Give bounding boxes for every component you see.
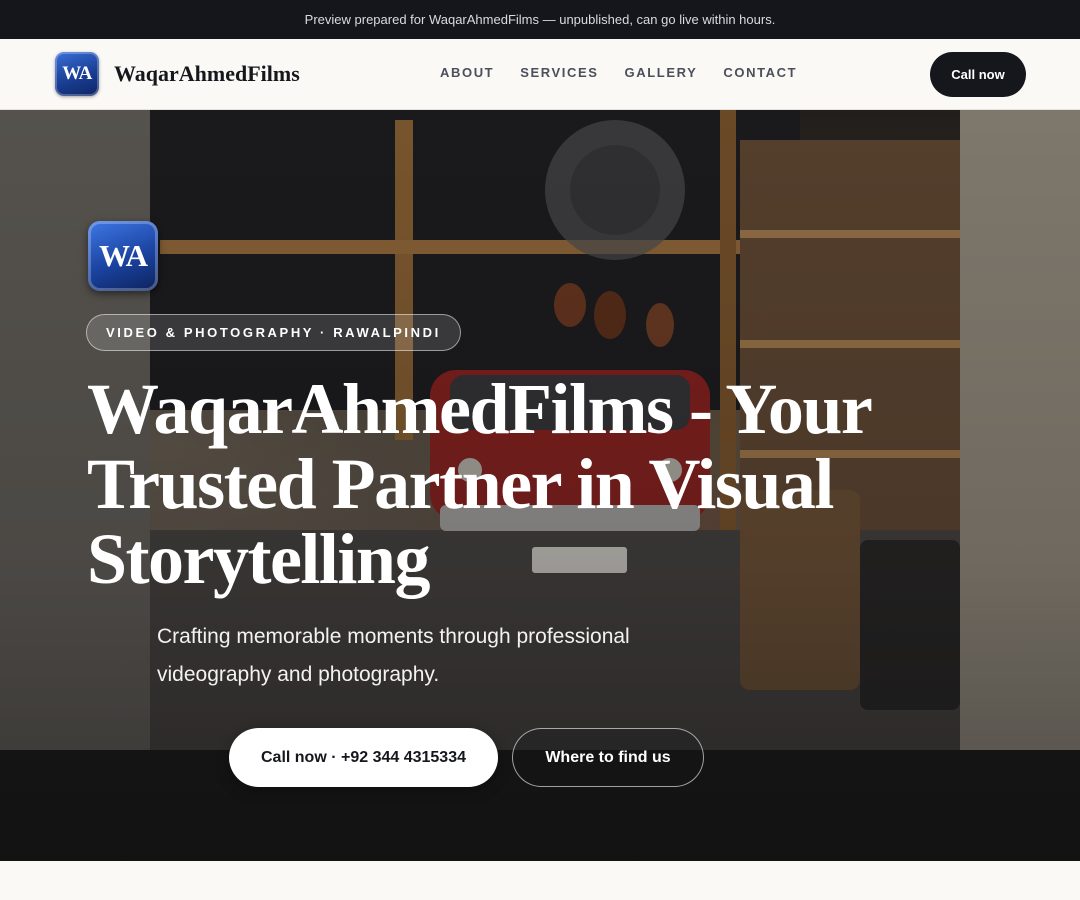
hero-category-badge: VIDEO & PHOTOGRAPHY · RAWALPINDI [86, 314, 461, 351]
nav-links: ABOUT SERVICES GALLERY CONTACT [440, 65, 823, 80]
nav-link-contact[interactable]: CONTACT [723, 65, 797, 80]
nav-link-gallery[interactable]: GALLERY [625, 65, 698, 80]
nav-link-about[interactable]: ABOUT [440, 65, 494, 80]
hero-call-button[interactable]: Call now · +92 344 4315334 [229, 728, 498, 787]
announcement-text: Preview prepared for WaqarAhmedFilms — u… [304, 12, 776, 27]
hero-section: WA VIDEO & PHOTOGRAPHY · RAWALPINDI Waqa… [0, 110, 1080, 861]
brand-logo-text: WA [62, 63, 92, 84]
hero-logo-text: WA [99, 238, 148, 273]
brand-logo[interactable]: WA [55, 52, 99, 96]
announcement-bar: Preview prepared for WaqarAhmedFilms — u… [0, 0, 1080, 39]
nav-link-services[interactable]: SERVICES [520, 65, 598, 80]
hero-subtitle: Crafting memorable moments through profe… [157, 625, 630, 686]
top-nav: WA WaqarAhmedFilms ABOUT SERVICES GALLER… [0, 39, 1080, 110]
hero-title: WaqarAhmedFilms - Your Trusted Partner i… [87, 369, 872, 599]
brand-name[interactable]: WaqarAhmedFilms [114, 61, 300, 87]
hero-logo: WA [88, 221, 158, 291]
hero-find-us-button[interactable]: Where to find us [512, 728, 704, 787]
nav-call-button[interactable]: Call now [930, 52, 1026, 97]
